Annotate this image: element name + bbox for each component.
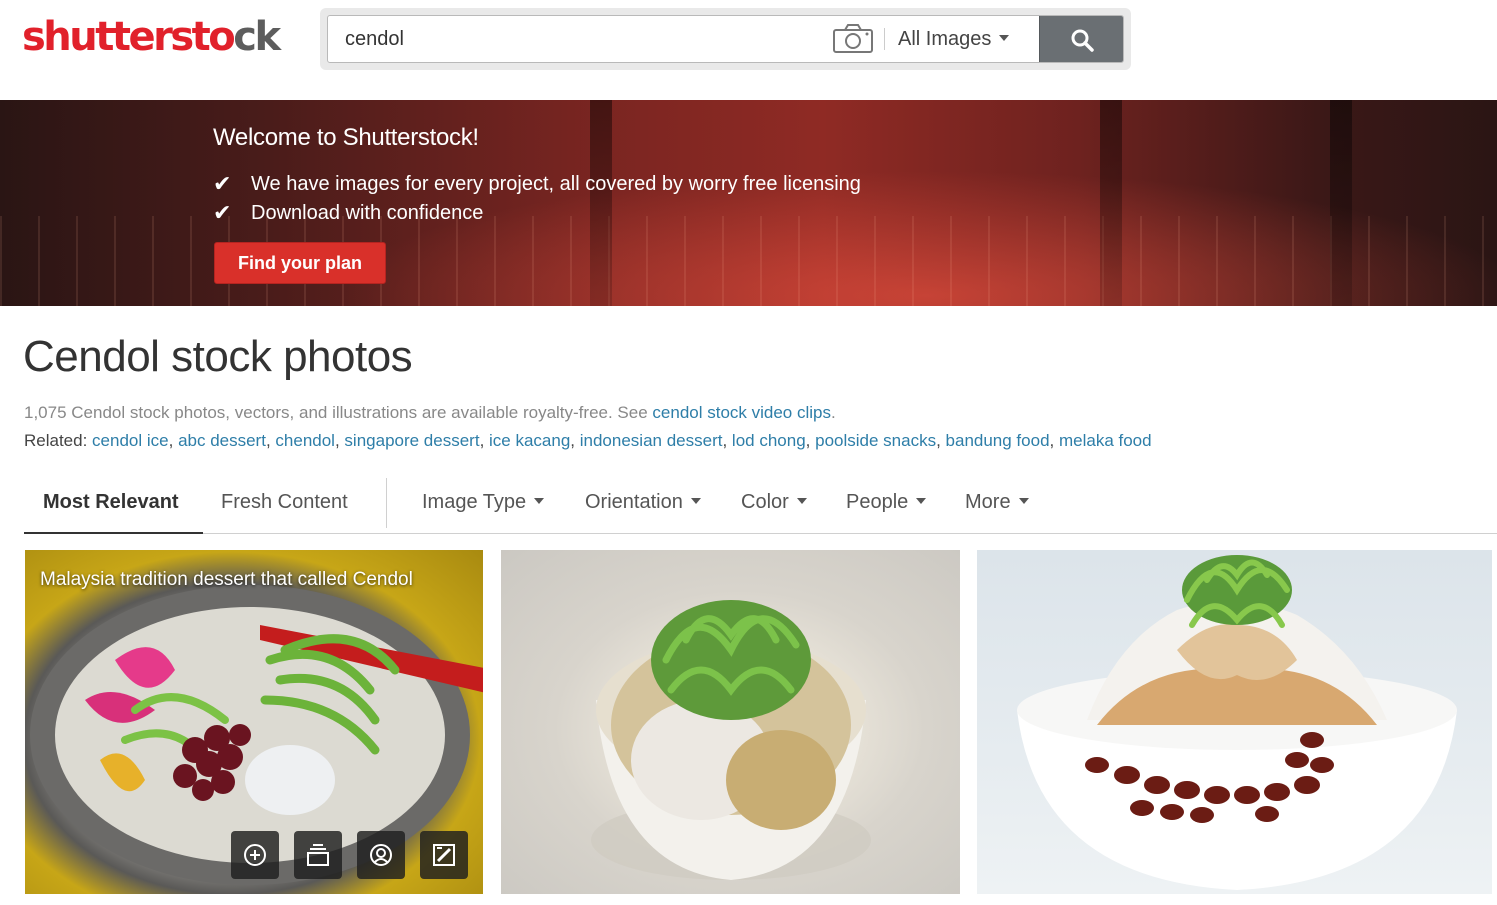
related-label: Related:	[24, 431, 93, 450]
related-link[interactable]: poolside snacks	[815, 431, 936, 450]
checkmark-icon: ✔	[213, 200, 232, 225]
photo-thumbnail[interactable]	[977, 550, 1492, 894]
zoom-in-button[interactable]	[231, 831, 279, 879]
user-circle-icon	[370, 844, 392, 866]
banner-point-text: We have images for every project, all co…	[251, 172, 861, 195]
tab-most-relevant[interactable]: Most Relevant	[24, 470, 203, 534]
edit-icon	[433, 844, 455, 866]
search-bar: All Images	[320, 8, 1131, 70]
photo-thumbnail[interactable]	[501, 550, 960, 894]
summary-text: 1,075 Cendol stock photos, vectors, and …	[24, 403, 653, 422]
search-input[interactable]	[328, 16, 824, 62]
stack-icon	[307, 844, 329, 866]
related-link[interactable]: ice kacang	[489, 431, 570, 450]
related-link[interactable]: singapore dessert	[344, 431, 479, 450]
filter-label: More	[965, 491, 1011, 513]
shutterstock-logo[interactable]: shutterstock	[22, 10, 281, 64]
filter-label: Color	[741, 491, 789, 513]
related-link[interactable]: chendol	[275, 431, 335, 450]
search-box: All Images	[327, 15, 1124, 63]
filter-color[interactable]: Color	[741, 470, 807, 534]
filter-label: People	[846, 491, 909, 513]
related-link[interactable]: lod chong	[732, 431, 806, 450]
chevron-down-icon	[796, 498, 807, 505]
filter-people[interactable]: People	[846, 470, 927, 534]
search-icon	[1071, 29, 1094, 52]
banner-title: Welcome to Shutterstock!	[213, 124, 479, 151]
chevron-down-icon	[916, 498, 927, 505]
photo-caption: Malaysia tradition dessert that called C…	[40, 569, 413, 590]
contributor-button[interactable]	[357, 831, 405, 879]
cendol-bowl-red-beans-image	[1017, 555, 1457, 890]
checkmark-icon: ✔	[213, 171, 232, 196]
banner-bridge-cable	[1330, 100, 1352, 306]
chevron-down-icon	[999, 35, 1010, 42]
tab-fresh-content[interactable]: Fresh Content	[221, 470, 348, 534]
filter-divider	[386, 478, 387, 528]
similar-images-button[interactable]	[294, 831, 342, 879]
related-link[interactable]: cendol ice	[92, 431, 169, 450]
filter-orientation[interactable]: Orientation	[585, 470, 701, 534]
related-link[interactable]: melaka food	[1059, 431, 1152, 450]
video-clips-link[interactable]: cendol stock video clips	[652, 403, 831, 422]
search-button[interactable]	[1039, 16, 1123, 62]
logo-text-part2: ck	[233, 14, 281, 60]
related-link[interactable]: abc dessert	[178, 431, 266, 450]
filter-bar: Most Relevant Fresh Content Image Type O…	[24, 470, 1497, 534]
banner-point-text: Download with confidence	[251, 201, 484, 224]
find-your-plan-button[interactable]: Find your plan	[214, 242, 386, 284]
cendol-shaved-ice-image	[591, 600, 871, 880]
related-link[interactable]: indonesian dessert	[580, 431, 723, 450]
edit-image-button[interactable]	[420, 831, 468, 879]
site-header: shutterstock All Images	[0, 0, 1497, 100]
filter-more[interactable]: More	[965, 470, 1029, 534]
chevron-down-icon	[534, 498, 545, 505]
summary-end: .	[831, 403, 836, 422]
image-type-select[interactable]: All Images	[898, 16, 1010, 62]
chevron-down-icon	[1018, 498, 1029, 505]
plus-circle-icon	[244, 844, 266, 866]
logo-mark: o	[208, 14, 235, 60]
results-summary: 1,075 Cendol stock photos, vectors, and …	[24, 403, 836, 423]
banner-bridge-cable	[1100, 100, 1122, 306]
chevron-down-icon	[690, 498, 701, 505]
logo-text-part1: shutterst	[22, 14, 211, 60]
camera-icon[interactable]	[832, 24, 876, 54]
related-searches: Related: cendol ice, abc dessert, chendo…	[24, 431, 1152, 450]
page-title: Cendol stock photos	[23, 332, 413, 381]
banner-bridge-cable	[590, 100, 612, 306]
search-divider	[884, 28, 885, 50]
photo-thumbnail[interactable]: Malaysia tradition dessert that called C…	[25, 550, 483, 894]
banner-point: ✔ Download with confidence	[213, 200, 483, 226]
image-type-label: All Images	[898, 28, 992, 50]
banner-point: ✔ We have images for every project, all c…	[213, 171, 861, 197]
related-link[interactable]: bandung food	[946, 431, 1050, 450]
filter-image-type[interactable]: Image Type	[422, 470, 545, 534]
filter-label: Image Type	[422, 491, 527, 513]
filter-label: Orientation	[585, 491, 683, 513]
